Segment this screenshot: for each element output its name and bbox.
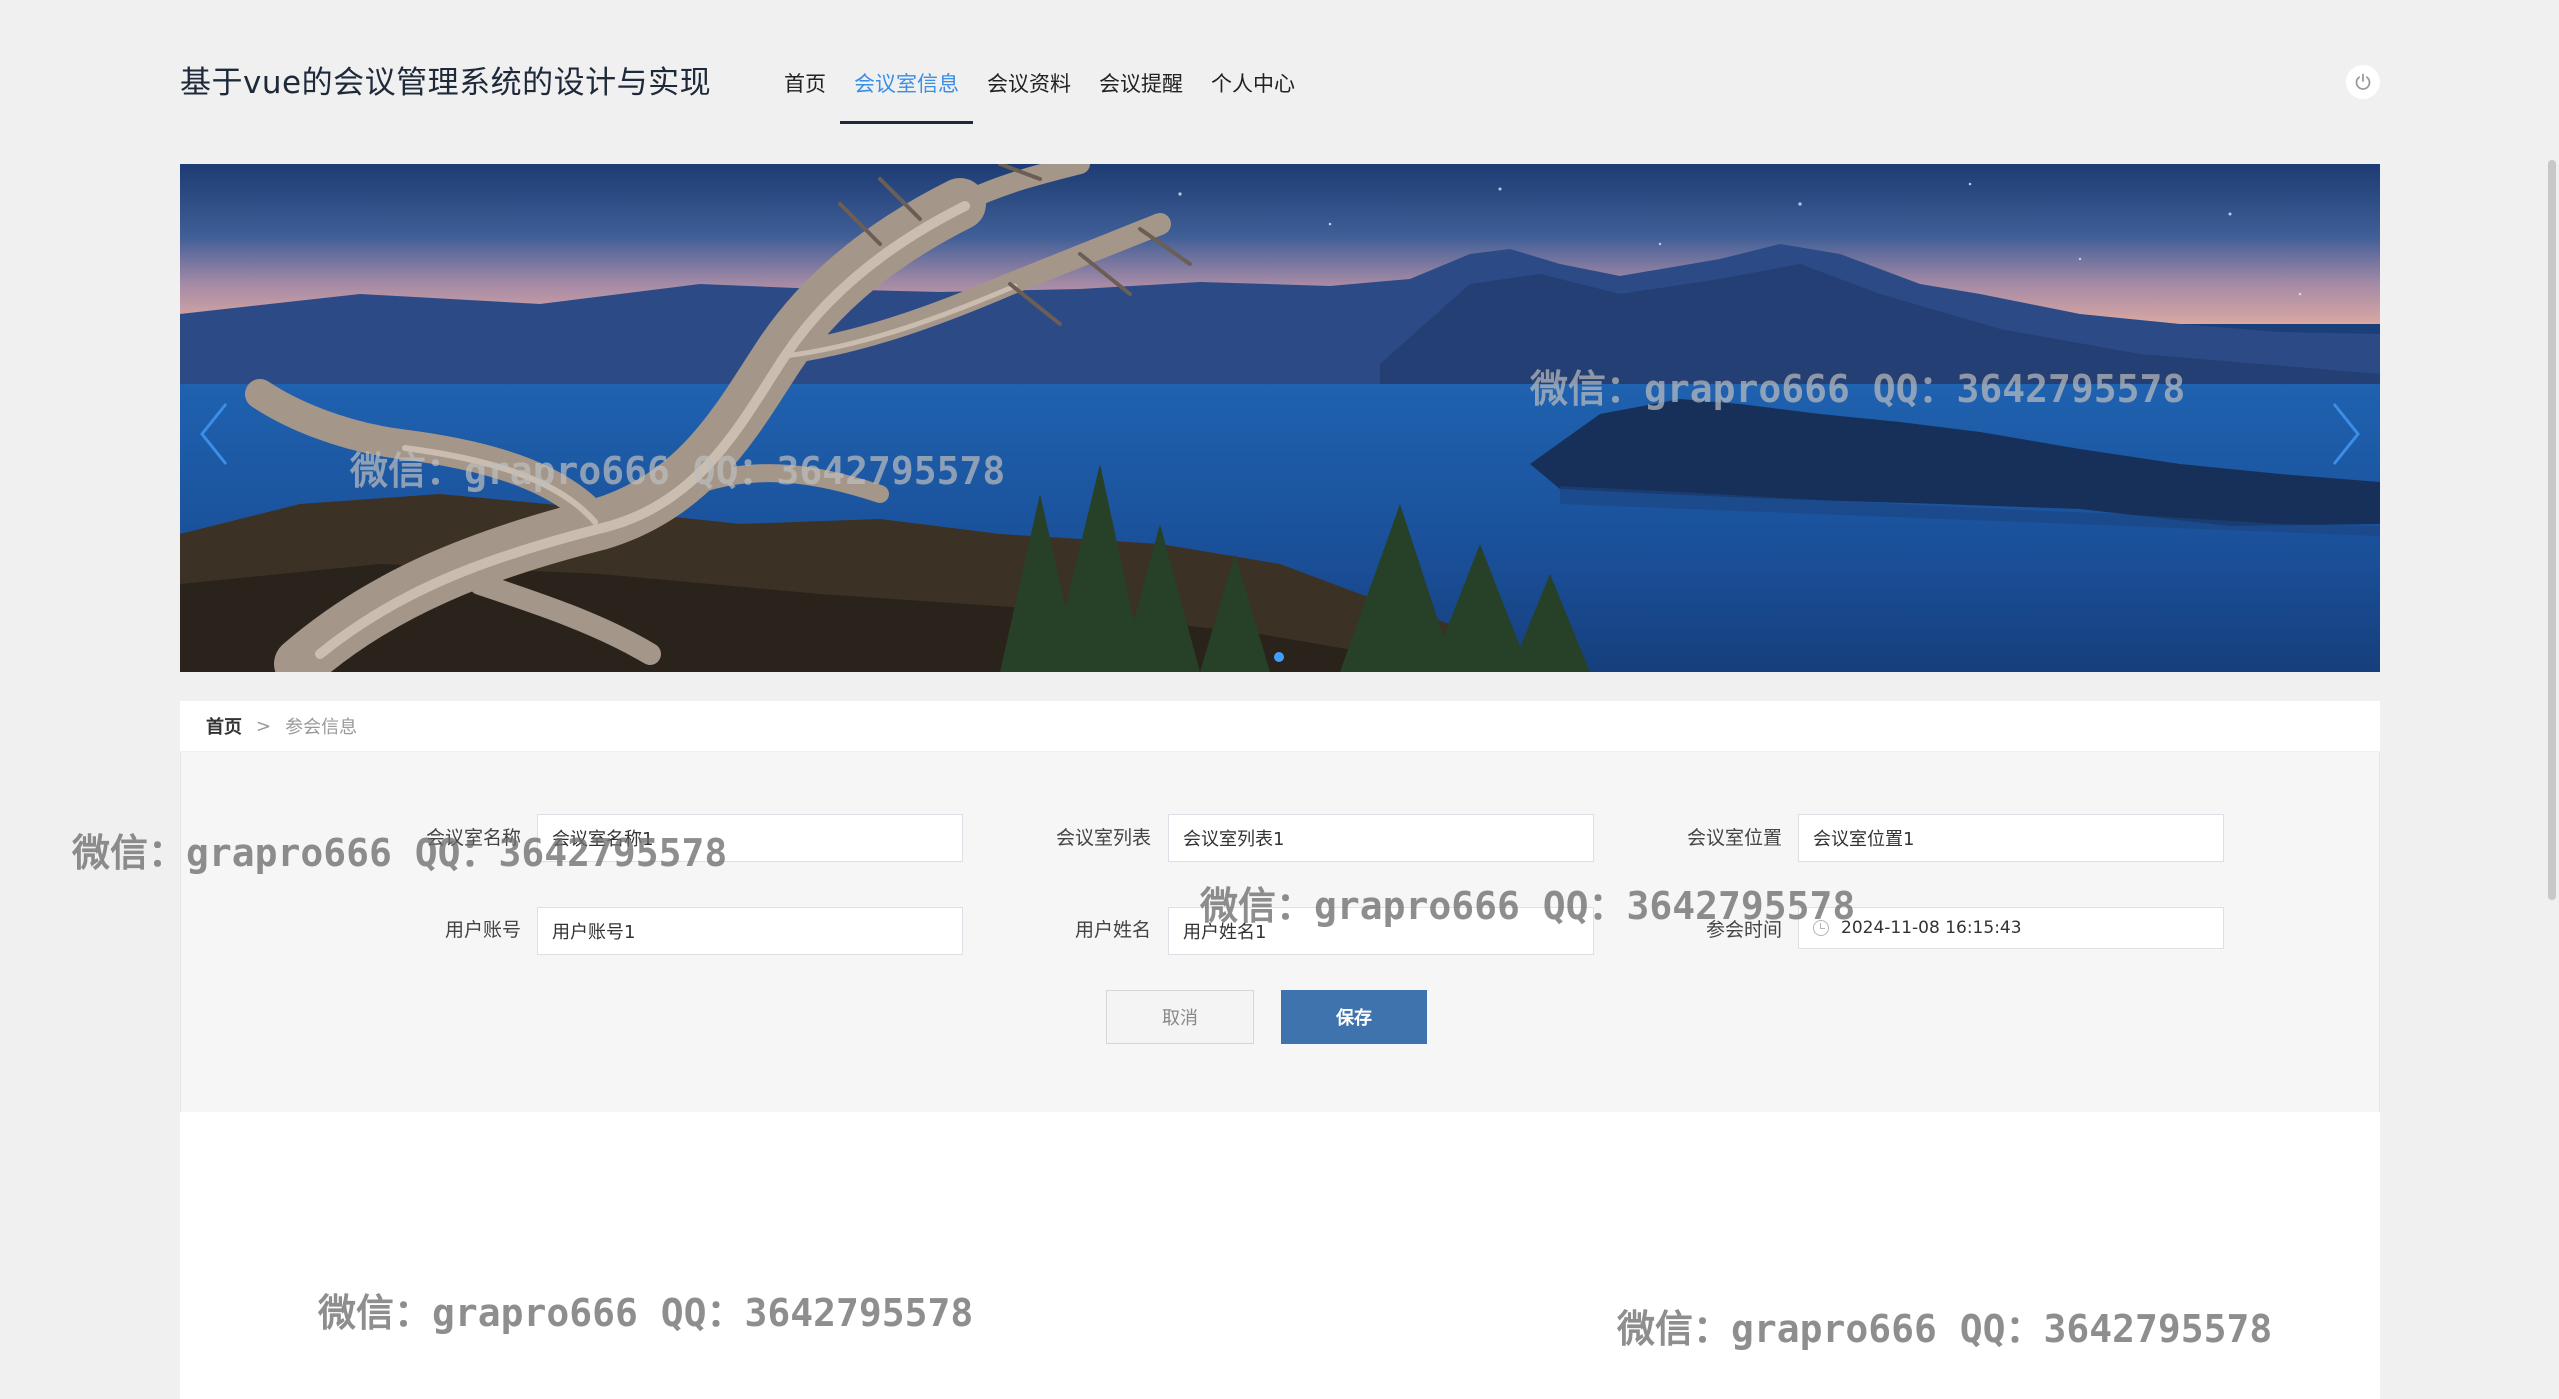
- meeting-room-list-input[interactable]: 会议室列表1: [1168, 814, 1594, 862]
- breadcrumb-current: 参会信息: [285, 717, 358, 738]
- nav-item-home[interactable]: 首页: [770, 62, 840, 124]
- chevron-left-icon: [200, 403, 228, 465]
- meeting-room-location-label: 会议室位置: [1686, 827, 1782, 849]
- chevron-right-icon: [2332, 403, 2360, 465]
- meeting-room-name-input[interactable]: 会议室名称1: [537, 814, 963, 862]
- nav-item-meeting-reminders[interactable]: 会议提醒: [1085, 62, 1197, 124]
- banner-image: [180, 164, 2380, 672]
- user-name-label: 用户姓名: [1074, 919, 1151, 941]
- carousel-prev-button[interactable]: [190, 394, 240, 474]
- header: 基于vue的会议管理系统的设计与实现 首页 会议室信息 会议资料 会议提醒 个人…: [0, 0, 2559, 150]
- nav-item-personal-center[interactable]: 个人中心: [1197, 62, 1309, 124]
- site-title: 基于vue的会议管理系统的设计与实现: [180, 65, 712, 101]
- main-nav: 首页 会议室信息 会议资料 会议提醒 个人中心: [770, 62, 1309, 124]
- meeting-room-list-label: 会议室列表: [1055, 827, 1151, 849]
- page-scrollbar[interactable]: [2548, 160, 2556, 900]
- power-icon: [2355, 73, 2371, 90]
- nav-item-meeting-materials[interactable]: 会议资料: [973, 62, 1085, 124]
- breadcrumb-separator: >: [256, 715, 272, 737]
- cancel-button[interactable]: 取消: [1106, 990, 1254, 1044]
- nav-item-meeting-room-info[interactable]: 会议室信息: [840, 62, 973, 124]
- attend-time-value: 2024-11-08 16:15:43: [1841, 918, 2022, 938]
- content-footer-area: [180, 1112, 2380, 1399]
- user-name-input[interactable]: 用户姓名1: [1168, 907, 1594, 955]
- breadcrumb-home[interactable]: 首页: [206, 713, 242, 739]
- breadcrumb: 首页 > 参会信息: [180, 701, 2380, 751]
- clock-icon: [1813, 920, 1829, 936]
- meeting-room-name-label: 会议室名称: [425, 827, 521, 849]
- carousel-next-button[interactable]: [2320, 394, 2370, 474]
- save-button[interactable]: 保存: [1281, 990, 1427, 1044]
- user-account-input[interactable]: 用户账号1: [537, 907, 963, 955]
- user-account-label: 用户账号: [444, 919, 521, 941]
- attend-time-picker[interactable]: 2024-11-08 16:15:43: [1798, 907, 2224, 949]
- banner-carousel: [180, 164, 2380, 672]
- carousel-indicator-dot[interactable]: [1274, 652, 1284, 662]
- power-button[interactable]: [2346, 65, 2380, 99]
- meeting-room-location-input[interactable]: 会议室位置1: [1798, 814, 2224, 862]
- attend-time-label: 参会时间: [1705, 919, 1782, 941]
